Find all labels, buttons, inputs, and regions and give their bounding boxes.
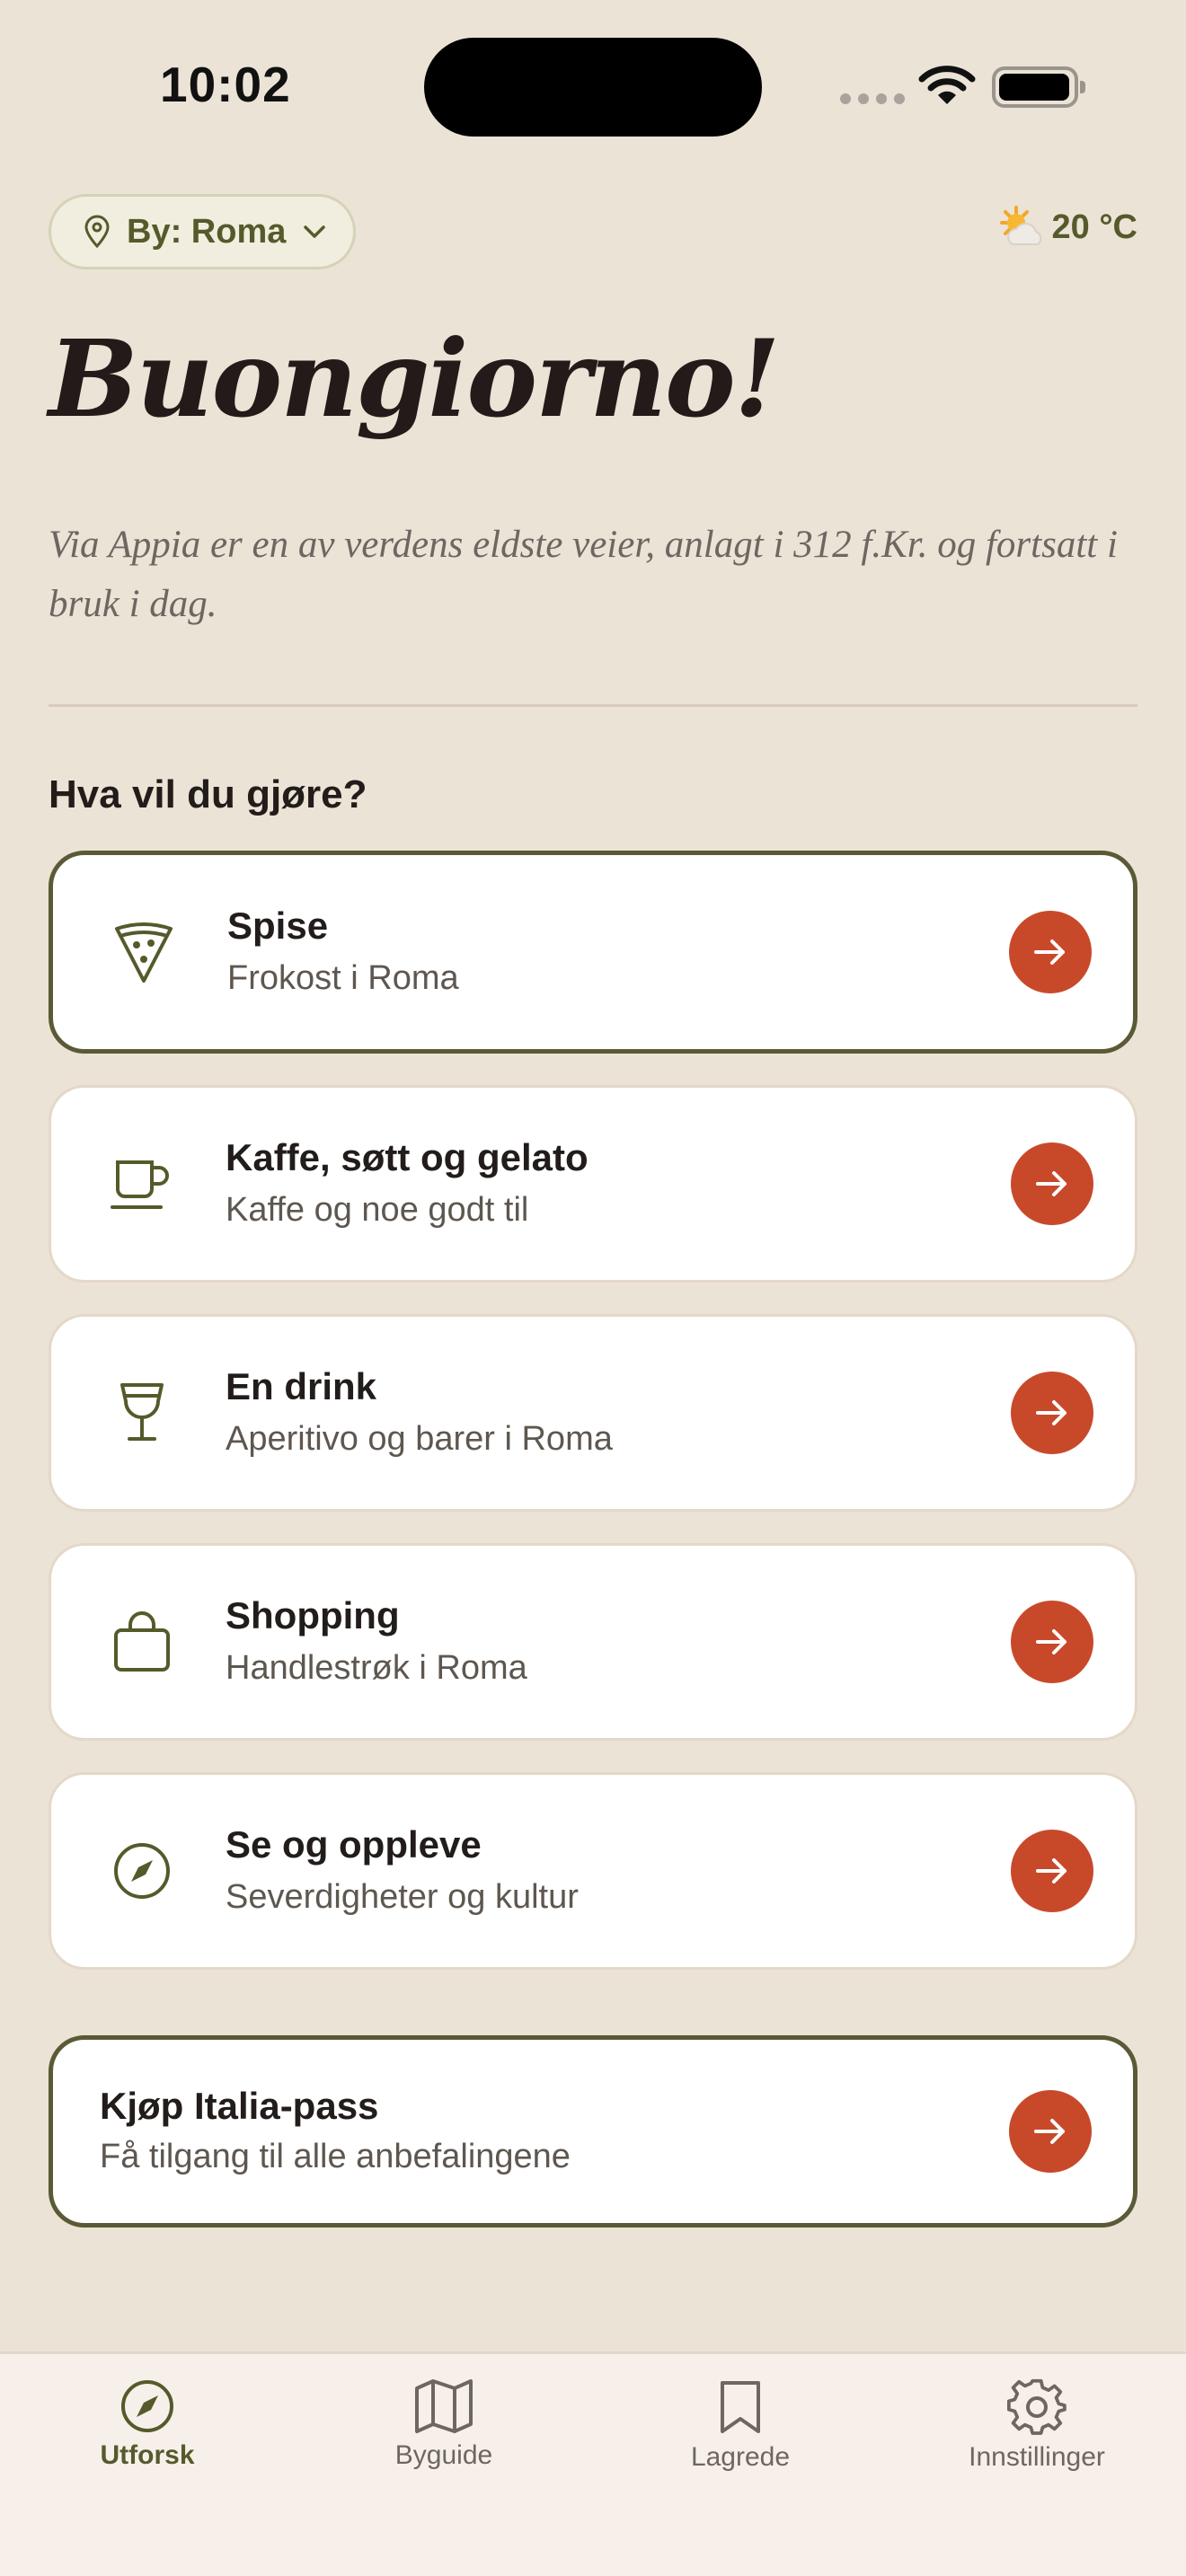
section-title: Hva vil du gjøre? (49, 772, 367, 816)
tab-label: Utforsk (100, 2440, 195, 2470)
arrow-right-icon (1036, 1858, 1067, 1883)
category-card-shopping[interactable]: Shopping Handlestrøk i Roma (49, 1543, 1137, 1741)
shopping-bag-icon (107, 1607, 177, 1677)
category-title: Shopping (226, 1594, 400, 1636)
category-card-kaffe[interactable]: Kaffe, søtt og gelato Kaffe og noe godt … (49, 1085, 1137, 1283)
arrow-right-button[interactable] (1009, 911, 1092, 993)
weather-display: 20 °C (996, 205, 1137, 250)
arrow-right-icon (1036, 1629, 1067, 1654)
sun-behind-cloud-icon (999, 206, 1041, 245)
arrow-right-icon (1034, 2119, 1065, 2144)
city-label: By: Roma (127, 212, 287, 251)
arrow-right-button[interactable] (1011, 1142, 1093, 1225)
pizza-slice-icon (109, 917, 179, 987)
status-time: 10:02 (160, 57, 291, 112)
category-title: Spise (227, 904, 329, 947)
category-title: En drink (226, 1365, 377, 1407)
status-bar: 10:02 (0, 0, 1186, 171)
buy-pass-card[interactable]: Kjøp Italia-pass Få tilgang til alle anb… (49, 2035, 1137, 2228)
tab-utforsk[interactable]: Utforsk (13, 2378, 282, 2471)
category-subtitle: Aperitivo og barer i Roma (226, 1420, 613, 1458)
city-selector[interactable]: By: Roma (49, 194, 356, 269)
category-title: Kaffe, søtt og gelato (226, 1136, 589, 1178)
tab-bar: Utforsk Byguide Lagrede Innstillinger (0, 2351, 1186, 2576)
category-card-se-og-oppleve[interactable]: Se og oppleve Severdigheter og kultur (49, 1772, 1137, 1970)
category-card-spise[interactable]: Spise Frokost i Roma (49, 851, 1137, 1054)
arrow-right-button[interactable] (1011, 1601, 1093, 1683)
temperature: 20 °C (1051, 207, 1137, 246)
tab-lagrede[interactable]: Lagrede (606, 2378, 875, 2473)
category-subtitle: Kaffe og noe godt til (226, 1191, 529, 1229)
compass-icon (121, 2380, 173, 2432)
tab-label: Lagrede (690, 2442, 791, 2472)
arrow-right-button[interactable] (1009, 2090, 1092, 2173)
arrow-right-button[interactable] (1011, 1830, 1093, 1912)
divider (49, 704, 1137, 707)
arrow-right-icon (1034, 940, 1065, 965)
category-subtitle: Severdigheter og kultur (226, 1878, 579, 1916)
battery-icon (992, 66, 1085, 108)
pass-subtitle: Få tilgang til alle anbefalingene (100, 2138, 571, 2175)
tab-label: Byguide (394, 2440, 493, 2470)
chevron-down-icon (304, 225, 326, 238)
cellular-signal-icon (840, 93, 905, 104)
arrow-right-icon (1036, 1400, 1067, 1425)
gear-icon (1007, 2378, 1067, 2435)
category-subtitle: Handlestrøk i Roma (226, 1649, 527, 1687)
bookmark-icon (721, 2381, 760, 2433)
map-icon (415, 2379, 473, 2433)
category-title: Se og oppleve (226, 1823, 482, 1866)
tab-label: Innstillinger (969, 2442, 1105, 2472)
coffee-cup-icon (107, 1149, 177, 1219)
greeting-title: Buongiorno! (49, 316, 781, 441)
category-subtitle: Frokost i Roma (227, 959, 459, 997)
wine-glass-icon (107, 1378, 177, 1448)
compass-icon (107, 1836, 177, 1906)
location-pin-icon (84, 215, 110, 249)
dynamic-island (424, 38, 762, 137)
daily-fact: Via Appia er en av verdens eldste veier,… (49, 524, 1118, 625)
pass-title: Kjøp Italia-pass (100, 2085, 379, 2127)
tab-byguide[interactable]: Byguide (309, 2378, 579, 2471)
category-card-drink[interactable]: En drink Aperitivo og barer i Roma (49, 1314, 1137, 1512)
tab-innstillinger[interactable]: Innstillinger (902, 2378, 1172, 2473)
wifi-icon (918, 66, 976, 104)
arrow-right-icon (1036, 1171, 1067, 1196)
arrow-right-button[interactable] (1011, 1372, 1093, 1454)
